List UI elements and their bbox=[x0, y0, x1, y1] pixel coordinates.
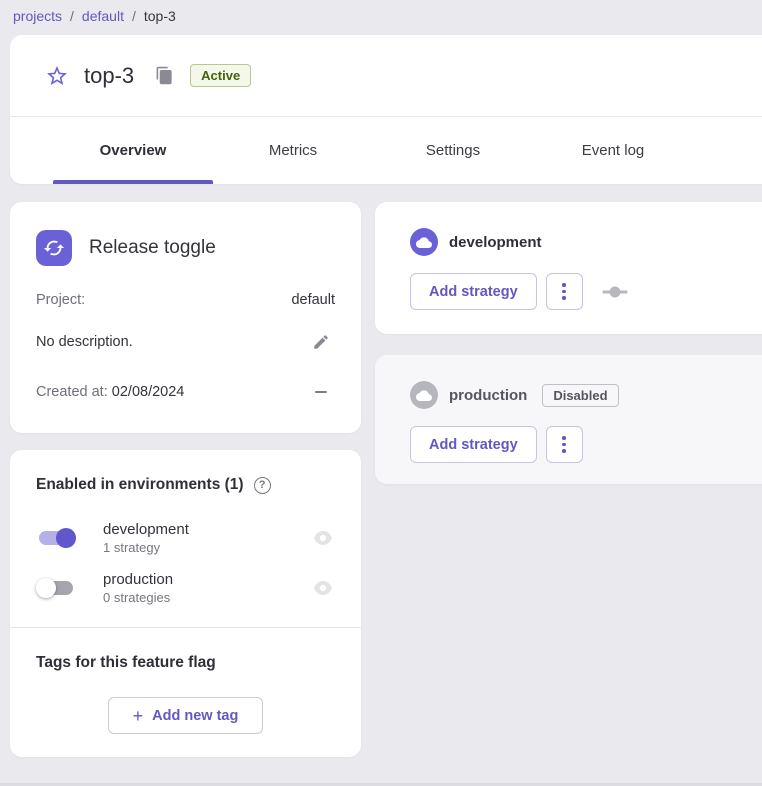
environment-avatar bbox=[410, 381, 438, 409]
panel-header: development bbox=[410, 228, 762, 256]
copy-icon bbox=[155, 66, 174, 85]
breadcrumb-link-projects[interactable]: projects bbox=[13, 8, 62, 24]
tab-settings[interactable]: Settings bbox=[373, 117, 533, 184]
environment-labels: development 1 strategy bbox=[103, 521, 311, 555]
toggle-thumb bbox=[56, 528, 76, 548]
left-column: Release toggle Project: default No descr… bbox=[10, 202, 361, 757]
add-new-tag-button[interactable]: + Add new tag bbox=[108, 697, 263, 734]
tab-event-log[interactable]: Event log bbox=[533, 117, 693, 184]
environment-panel-development: development Add strategy bbox=[375, 202, 762, 334]
breadcrumb-link-default[interactable]: default bbox=[82, 8, 124, 24]
environment-row-production: production 0 strategies bbox=[36, 571, 335, 605]
kebab-dot bbox=[562, 443, 566, 447]
kebab-dot bbox=[562, 290, 566, 294]
star-icon bbox=[45, 64, 69, 88]
kebab-dot bbox=[562, 436, 566, 440]
edit-description-button[interactable] bbox=[307, 328, 335, 356]
cloud-icon bbox=[416, 236, 432, 248]
feature-details-card: Release toggle Project: default No descr… bbox=[10, 202, 361, 433]
toggle-thumb bbox=[36, 578, 56, 598]
copy-name-button[interactable] bbox=[150, 62, 178, 90]
cloud-icon bbox=[416, 389, 432, 401]
disabled-badge: Disabled bbox=[542, 384, 618, 407]
kebab-dot bbox=[562, 283, 566, 287]
status-badge: Active bbox=[190, 64, 251, 87]
add-strategy-button[interactable]: Add strategy bbox=[410, 273, 537, 310]
plus-icon: + bbox=[133, 707, 144, 725]
release-toggle-icon bbox=[36, 230, 72, 266]
section-divider bbox=[10, 627, 361, 628]
environment-strategy-count: 0 strategies bbox=[103, 590, 311, 605]
breadcrumb: projects / default / top-3 bbox=[0, 0, 762, 26]
favorite-button[interactable] bbox=[40, 59, 74, 93]
show-environment-button[interactable] bbox=[311, 526, 335, 550]
breadcrumb-separator: / bbox=[70, 8, 74, 24]
kebab-dot bbox=[562, 449, 566, 453]
cached-icon bbox=[43, 237, 65, 259]
created-row: Created at: 02/08/2024 bbox=[36, 378, 335, 406]
environment-name: production bbox=[103, 571, 311, 588]
project-row: Project: default bbox=[36, 292, 335, 308]
environments-title: Enabled in environments (1) bbox=[36, 476, 244, 494]
development-toggle[interactable] bbox=[36, 526, 76, 550]
breadcrumb-current: top-3 bbox=[144, 8, 176, 24]
minus-icon bbox=[315, 391, 327, 394]
environments-header: Enabled in environments (1) ? bbox=[36, 476, 335, 494]
environment-strategy-count: 1 strategy bbox=[103, 540, 311, 555]
environment-menu-button[interactable] bbox=[546, 426, 583, 463]
feature-type-label: Release toggle bbox=[89, 237, 216, 259]
help-icon[interactable]: ? bbox=[254, 477, 271, 494]
tab-overview[interactable]: Overview bbox=[53, 117, 213, 184]
show-environment-button[interactable] bbox=[311, 576, 335, 600]
project-value: default bbox=[291, 292, 335, 308]
eye-icon bbox=[314, 531, 332, 545]
environment-panel-name: development bbox=[449, 234, 542, 251]
created-label: Created at: bbox=[36, 384, 108, 400]
tab-bar: Overview Metrics Settings Event log bbox=[10, 117, 762, 184]
panel-actions: Add strategy bbox=[410, 273, 762, 310]
project-label: Project: bbox=[36, 292, 85, 308]
panel-actions: Add strategy bbox=[410, 426, 762, 463]
eye-icon bbox=[314, 581, 332, 595]
environment-name: development bbox=[103, 521, 311, 538]
feature-title-row: top-3 Active bbox=[10, 35, 762, 117]
tags-title: Tags for this feature flag bbox=[36, 654, 335, 672]
add-strategy-button[interactable]: Add strategy bbox=[410, 426, 537, 463]
tab-metrics[interactable]: Metrics bbox=[213, 117, 373, 184]
right-column: development Add strategy bbox=[375, 202, 762, 484]
environment-avatar bbox=[410, 228, 438, 256]
panel-header: production Disabled bbox=[410, 381, 762, 409]
environment-row-development: development 1 strategy bbox=[36, 521, 335, 555]
environment-menu-button[interactable] bbox=[546, 273, 583, 310]
add-new-tag-label: Add new tag bbox=[152, 708, 238, 724]
breadcrumb-separator: / bbox=[132, 8, 136, 24]
description-text: No description. bbox=[36, 334, 133, 350]
feature-type-header: Release toggle bbox=[36, 230, 335, 266]
description-row: No description. bbox=[36, 328, 335, 356]
production-toggle[interactable] bbox=[36, 576, 76, 600]
environment-panel-production: production Disabled Add strategy bbox=[375, 355, 762, 484]
collapse-details-button[interactable] bbox=[307, 378, 335, 406]
page-title: top-3 bbox=[84, 63, 134, 89]
overview-content: Release toggle Project: default No descr… bbox=[0, 202, 762, 757]
pencil-icon bbox=[312, 333, 330, 351]
kebab-dot bbox=[562, 296, 566, 300]
feature-header-card: top-3 Active Overview Metrics Settings E… bbox=[10, 35, 762, 184]
created-value: 02/08/2024 bbox=[112, 384, 185, 400]
environments-card: Enabled in environments (1) ? developmen… bbox=[10, 450, 361, 757]
lifecycle-icon bbox=[602, 286, 628, 298]
environment-panel-name: production bbox=[449, 387, 527, 404]
environment-labels: production 0 strategies bbox=[103, 571, 311, 605]
